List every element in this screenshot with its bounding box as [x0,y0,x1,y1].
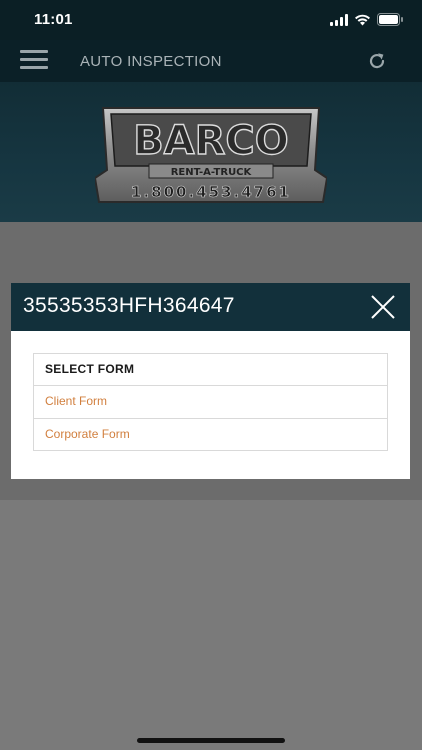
app-header: AUTO INSPECTION [0,40,422,82]
page-title: AUTO INSPECTION [80,53,222,70]
status-bar: 11:01 [0,0,422,40]
corporate-form-option[interactable]: Corporate Form [34,418,387,450]
signal-icon [330,13,348,26]
status-icons [330,13,404,26]
barco-logo: BARCO RENT-A-TRUCK 1.800.453.4761 [95,107,327,203]
home-indicator[interactable] [137,738,285,743]
form-list: SELECT FORM Client Form Corporate Form [33,353,388,451]
hamburger-menu-icon[interactable] [20,50,48,72]
modal-body: SELECT FORM Client Form Corporate Form [11,331,410,479]
logo-banner: BARCO RENT-A-TRUCK 1.800.453.4761 [0,82,422,222]
logo-tagline: RENT-A-TRUCK [171,167,253,178]
modal-title: 35535353HFH364647 [23,294,235,317]
logo-phone: 1.800.453.4761 [131,183,291,201]
form-list-header: SELECT FORM [34,354,387,386]
status-time: 11:01 [34,11,73,28]
page-background [0,500,422,750]
close-icon[interactable] [370,294,396,320]
refresh-icon[interactable] [366,50,388,72]
client-form-option[interactable]: Client Form [34,386,387,418]
modal-header: 35535353HFH364647 [11,283,410,331]
select-form-modal: 35535353HFH364647 SELECT FORM Client For… [11,283,410,479]
battery-icon [377,13,403,26]
logo-brand: BARCO [133,118,289,164]
wifi-icon [355,14,370,25]
